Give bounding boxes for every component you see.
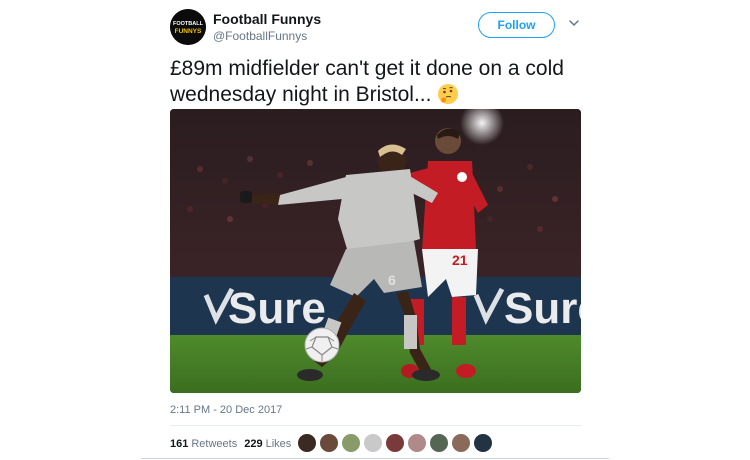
liker-avatar[interactable] <box>451 433 471 453</box>
tweet-text-line-2: wednesday night in Bristol... <box>170 82 590 108</box>
tweet-text-line-1: £89m midfielder can't get it done on a c… <box>170 57 564 80</box>
liker-avatar[interactable] <box>319 433 339 453</box>
liker-avatar[interactable] <box>341 433 361 453</box>
liker-avatar[interactable] <box>363 433 383 453</box>
likes-label: Likes <box>265 438 292 450</box>
avatar-text-top: FOOTBALL <box>173 21 204 27</box>
retweets-count: 161 <box>170 438 189 450</box>
football-funnys-logo: FOOTBALL FUNNYS <box>170 9 206 45</box>
chevron-down-icon[interactable] <box>568 17 580 29</box>
liker-avatar[interactable] <box>429 433 449 453</box>
liker-avatar[interactable] <box>407 433 427 453</box>
tweet-stats: 161 Retweets 229 Likes <box>170 438 298 450</box>
user-handle[interactable]: @FootballFunnys <box>213 29 307 43</box>
retweets-label: Retweets <box>191 438 238 450</box>
divider <box>170 425 581 426</box>
bottom-divider <box>141 458 609 459</box>
display-name[interactable]: Football Funnys <box>213 11 321 27</box>
football-match-photo: Sure Sure 21 <box>170 109 581 393</box>
likes-count: 229 <box>244 438 263 450</box>
tweet-photo[interactable]: Sure Sure 21 <box>170 109 581 393</box>
liker-avatar[interactable] <box>297 433 317 453</box>
liker-avatars <box>297 433 495 453</box>
avatar-text-bottom: FUNNYS <box>175 28 202 35</box>
follow-button[interactable]: Follow <box>478 12 555 38</box>
thinking-face-icon <box>438 84 459 104</box>
away-shirt-number: 6 <box>388 272 396 288</box>
sponsor-text-left: Sure <box>228 284 326 333</box>
likes-stat[interactable]: 229 Likes <box>244 438 291 450</box>
sponsor-text-right: Sure <box>504 284 581 333</box>
tweet-card: FOOTBALL FUNNYS Football Funnys @Footbal… <box>0 0 750 460</box>
home-shirt-number: 21 <box>452 252 468 268</box>
football <box>304 327 340 363</box>
liker-avatar[interactable] <box>473 433 493 453</box>
tweet-text: £89m midfielder can't get it done on a c… <box>170 56 590 108</box>
tweet-text-line-2-text: wednesday night in Bristol... <box>170 83 432 106</box>
retweets-stat[interactable]: 161 Retweets <box>170 438 237 450</box>
avatar[interactable]: FOOTBALL FUNNYS <box>170 9 206 45</box>
liker-avatar[interactable] <box>385 433 405 453</box>
tweet-timestamp[interactable]: 2:11 PM - 20 Dec 2017 <box>170 404 282 416</box>
